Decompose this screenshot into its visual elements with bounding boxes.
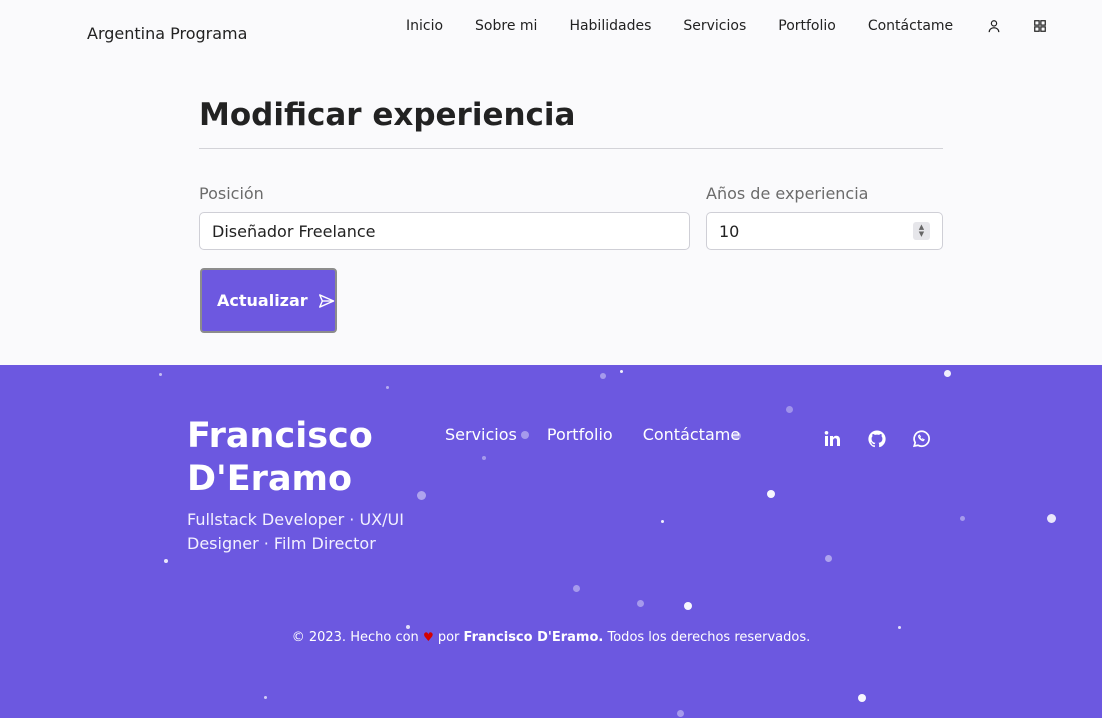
spin-down-icon[interactable]: ▼ [919, 231, 924, 238]
particle-dot [573, 585, 580, 592]
number-spinner[interactable]: ▲ ▼ [913, 222, 930, 240]
footer-link-portfolio[interactable]: Portfolio [547, 425, 613, 444]
send-icon [318, 293, 334, 308]
nav-habilidades[interactable]: Habilidades [569, 18, 651, 34]
years-label: Años de experiencia [706, 184, 869, 203]
particle-dot [898, 626, 901, 629]
particle-dot [661, 520, 664, 523]
particle-dot [264, 696, 267, 699]
copyright-text: © 2023. Hecho con ♥ por Francisco D'Eram… [291, 630, 811, 645]
particle-dot [482, 456, 486, 460]
particle-dot [825, 555, 832, 562]
particle-dot [620, 370, 623, 373]
footer-link-servicios[interactable]: Servicios [445, 425, 517, 444]
particle-dot [637, 600, 644, 607]
nav-sobre-mi[interactable]: Sobre mi [475, 18, 537, 34]
years-input[interactable]: 10 ▲ ▼ [706, 212, 943, 250]
footer-name: Francisco D'Eramo [187, 416, 373, 499]
particle-dot [164, 559, 168, 563]
particle-dot [960, 516, 965, 521]
heart-icon: ♥ [422, 630, 434, 644]
top-navbar: Argentina Programa Inicio Sobre mi Habil… [0, 0, 1102, 60]
page-title: Modificar experiencia [199, 97, 576, 133]
social-links [823, 429, 955, 449]
main-nav: Inicio Sobre mi Habilidades Servicios Po… [406, 18, 1077, 34]
title-divider [199, 148, 943, 149]
footer-links: Servicios Portfolio Contáctame [445, 425, 772, 444]
position-label: Posición [199, 184, 264, 203]
nav-servicios[interactable]: Servicios [683, 18, 746, 34]
linkedin-icon[interactable] [823, 429, 843, 449]
particle-dot [684, 602, 692, 610]
particle-dot [767, 490, 775, 498]
particle-dot [159, 373, 162, 376]
edit-experience-form: Modificar experiencia Posición Diseñador… [199, 94, 943, 333]
user-icon[interactable] [987, 19, 1001, 33]
particle-dot [677, 710, 684, 717]
particle-dot [733, 432, 741, 440]
brand-link[interactable]: Argentina Programa [87, 24, 247, 43]
particle-dot [786, 406, 793, 413]
position-input[interactable]: Diseñador Freelance [199, 212, 690, 250]
particle-dot [600, 373, 606, 379]
years-field: Años de experiencia 10 ▲ ▼ [706, 184, 943, 250]
particle-dot [521, 431, 529, 439]
update-button-label: Actualizar [217, 291, 308, 310]
site-footer: Francisco D'Eramo Fullstack Developer · … [0, 365, 1102, 718]
nav-portfolio[interactable]: Portfolio [778, 18, 836, 34]
particle-dot [406, 625, 410, 629]
particle-dot [858, 694, 866, 702]
position-field: Posición Diseñador Freelance [199, 184, 690, 250]
nav-inicio[interactable]: Inicio [406, 18, 443, 34]
footer-tagline: Fullstack Developer · UX/UI Designer · F… [187, 510, 404, 553]
particle-dot [1047, 514, 1056, 523]
particle-dot [386, 386, 389, 389]
footer-link-contactame[interactable]: Contáctame [643, 425, 740, 444]
github-icon[interactable] [867, 429, 887, 449]
update-button[interactable]: Actualizar [200, 268, 337, 333]
years-value: 10 [719, 221, 740, 241]
grid-menu-icon[interactable] [1033, 19, 1047, 33]
whatsapp-icon[interactable] [911, 429, 931, 449]
copyright-author: Francisco D'Eramo. [463, 630, 604, 645]
nav-contactame[interactable]: Contáctame [868, 18, 953, 34]
particle-dot [417, 491, 426, 500]
particle-dot [944, 370, 951, 377]
